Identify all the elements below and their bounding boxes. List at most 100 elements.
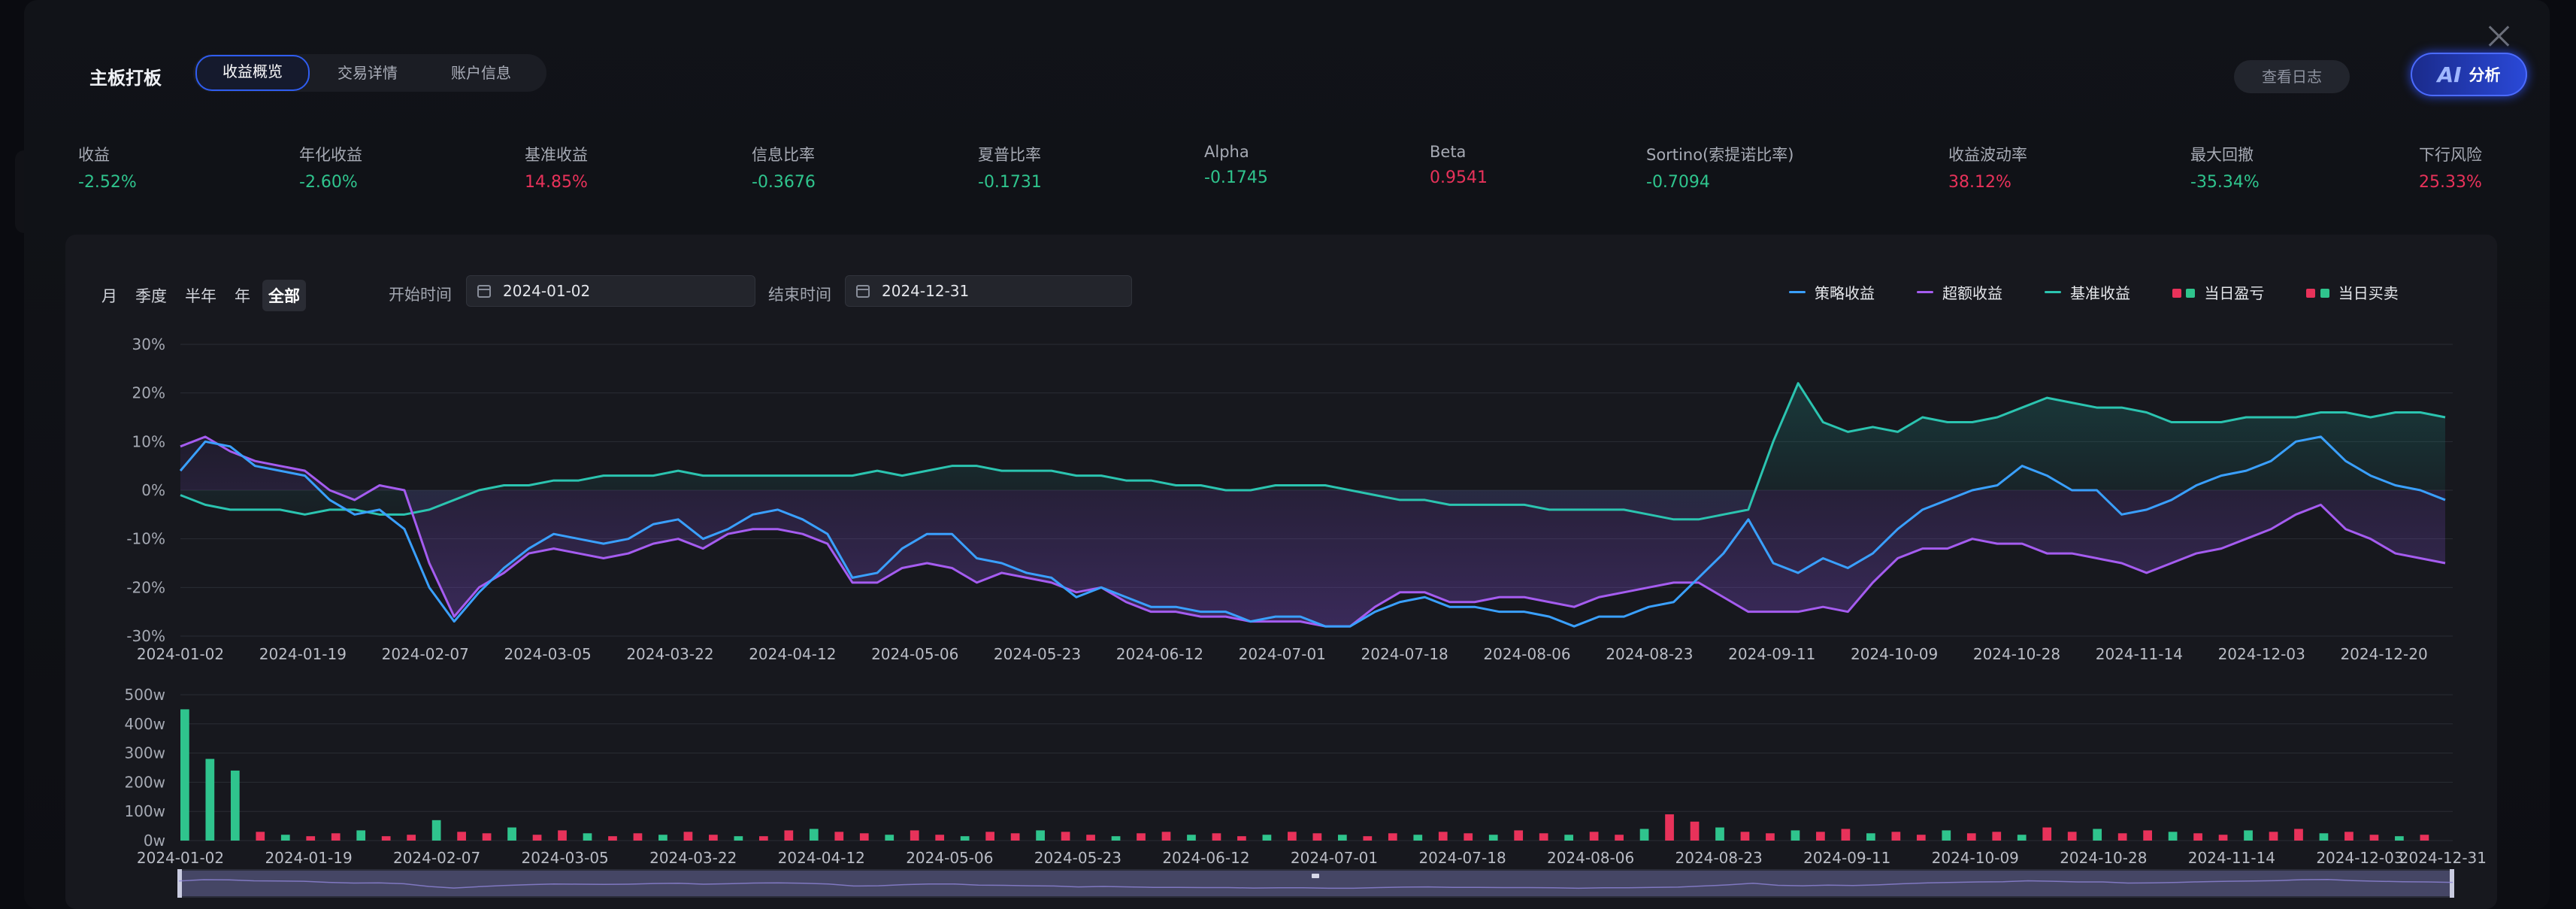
bar xyxy=(1312,833,1322,841)
bar xyxy=(1161,832,1171,841)
bar xyxy=(1942,830,1951,841)
bar xyxy=(1564,835,1573,841)
y-tick-label: 400w xyxy=(124,715,165,733)
bar xyxy=(507,827,516,841)
bar xyxy=(407,835,416,841)
y-tick-label: 30% xyxy=(132,335,165,353)
bar xyxy=(658,835,667,841)
bar xyxy=(2244,830,2253,841)
y-tick-label: 500w xyxy=(124,686,165,704)
bar xyxy=(608,836,617,841)
x-tick-label: 2024-08-06 xyxy=(1483,645,1570,663)
x-tick-label: 2024-07-18 xyxy=(1418,849,1506,867)
y-tick-label: 0% xyxy=(141,481,165,499)
bar xyxy=(1891,832,1901,841)
bar xyxy=(1615,835,1624,841)
bar xyxy=(910,830,919,841)
bar xyxy=(1288,832,1297,841)
bar xyxy=(1766,833,1775,841)
bar xyxy=(1715,827,1724,841)
bar xyxy=(1137,833,1146,841)
x-tick-label: 2024-07-01 xyxy=(1291,849,1378,867)
bar xyxy=(1111,836,1121,841)
bar xyxy=(558,830,567,841)
x-tick-label: 2024-12-31 xyxy=(2399,849,2487,867)
bar xyxy=(2269,832,2278,841)
bar xyxy=(2218,835,2228,841)
x-tick-label: 2024-11-14 xyxy=(2188,849,2275,867)
x-tick-label: 2024-01-02 xyxy=(137,849,224,867)
bar xyxy=(633,833,643,841)
bar xyxy=(1010,833,1020,841)
bar xyxy=(331,833,341,841)
bar xyxy=(205,759,215,841)
bar xyxy=(1665,814,1674,841)
bar xyxy=(2093,829,2102,841)
x-tick-label: 2024-02-07 xyxy=(393,849,480,867)
bar xyxy=(758,836,768,841)
y-tick-label: -20% xyxy=(126,578,165,596)
x-tick-label: 2024-12-20 xyxy=(2340,645,2427,663)
bar xyxy=(482,833,492,841)
bar xyxy=(1690,821,1700,841)
bar xyxy=(1866,833,1875,841)
x-tick-label: 2024-03-22 xyxy=(626,645,713,663)
bar xyxy=(960,836,970,841)
x-tick-label: 2024-12-03 xyxy=(2316,849,2403,867)
bar xyxy=(2395,836,2404,841)
bar xyxy=(1413,835,1423,841)
bar xyxy=(2168,832,2178,841)
x-tick-label: 2024-02-07 xyxy=(382,645,469,663)
bar xyxy=(985,832,995,841)
bar xyxy=(2067,832,2077,841)
x-tick-label: 2024-04-12 xyxy=(749,645,836,663)
x-tick-label: 2024-03-05 xyxy=(504,645,591,663)
y-tick-label: 100w xyxy=(124,802,165,820)
x-tick-label: 2024-06-12 xyxy=(1162,849,1249,867)
bar xyxy=(583,833,592,841)
bar xyxy=(1992,832,2002,841)
bar xyxy=(431,820,441,841)
x-tick-label: 2024-03-22 xyxy=(649,849,737,867)
y-tick-label: 0w xyxy=(144,832,165,850)
bar xyxy=(809,829,819,841)
bar xyxy=(1061,832,1070,841)
bar xyxy=(1488,835,1498,841)
bar xyxy=(1916,835,1926,841)
x-tick-label: 2024-05-06 xyxy=(871,645,958,663)
bar xyxy=(2117,833,2127,841)
bar xyxy=(2143,830,2152,841)
bar xyxy=(1036,830,1045,841)
bar xyxy=(230,770,240,841)
zoom-slider-grip[interactable] xyxy=(1312,874,1319,878)
bar xyxy=(1187,835,1196,841)
x-tick-label: 2024-08-23 xyxy=(1606,645,1693,663)
bar xyxy=(2319,833,2329,841)
bar xyxy=(885,835,894,841)
x-tick-label: 2024-05-23 xyxy=(1034,849,1122,867)
x-tick-label: 2024-05-23 xyxy=(994,645,1081,663)
zoom-slider-handle-left[interactable] xyxy=(177,869,182,898)
bar xyxy=(2420,835,2429,841)
returns-chart[interactable]: 30%20%10%0%-10%-20%-30%2024-01-02 2024-01… xyxy=(0,0,2576,909)
y-tick-label: 200w xyxy=(124,773,165,791)
bar xyxy=(935,835,945,841)
bar xyxy=(1589,832,1599,841)
bar xyxy=(1086,835,1095,841)
x-tick-label: 2024-10-28 xyxy=(1973,645,2060,663)
bar xyxy=(1841,829,1851,841)
x-tick-label: 2024-01-19 xyxy=(259,645,347,663)
bar xyxy=(1464,833,1473,841)
bar xyxy=(1966,833,1976,841)
bar xyxy=(1790,830,1800,841)
x-tick-label: 2024-10-09 xyxy=(1932,849,2019,867)
bar xyxy=(280,835,290,841)
zoom-slider-handle-right[interactable] xyxy=(2450,869,2454,898)
bar xyxy=(1639,829,1649,841)
x-tick-label: 2024-08-23 xyxy=(1675,849,1763,867)
bar xyxy=(457,832,466,841)
x-tick-label: 2024-10-09 xyxy=(1851,645,1938,663)
bar xyxy=(2344,832,2354,841)
bar xyxy=(1237,836,1246,841)
x-tick-label: 2024-03-05 xyxy=(522,849,609,867)
